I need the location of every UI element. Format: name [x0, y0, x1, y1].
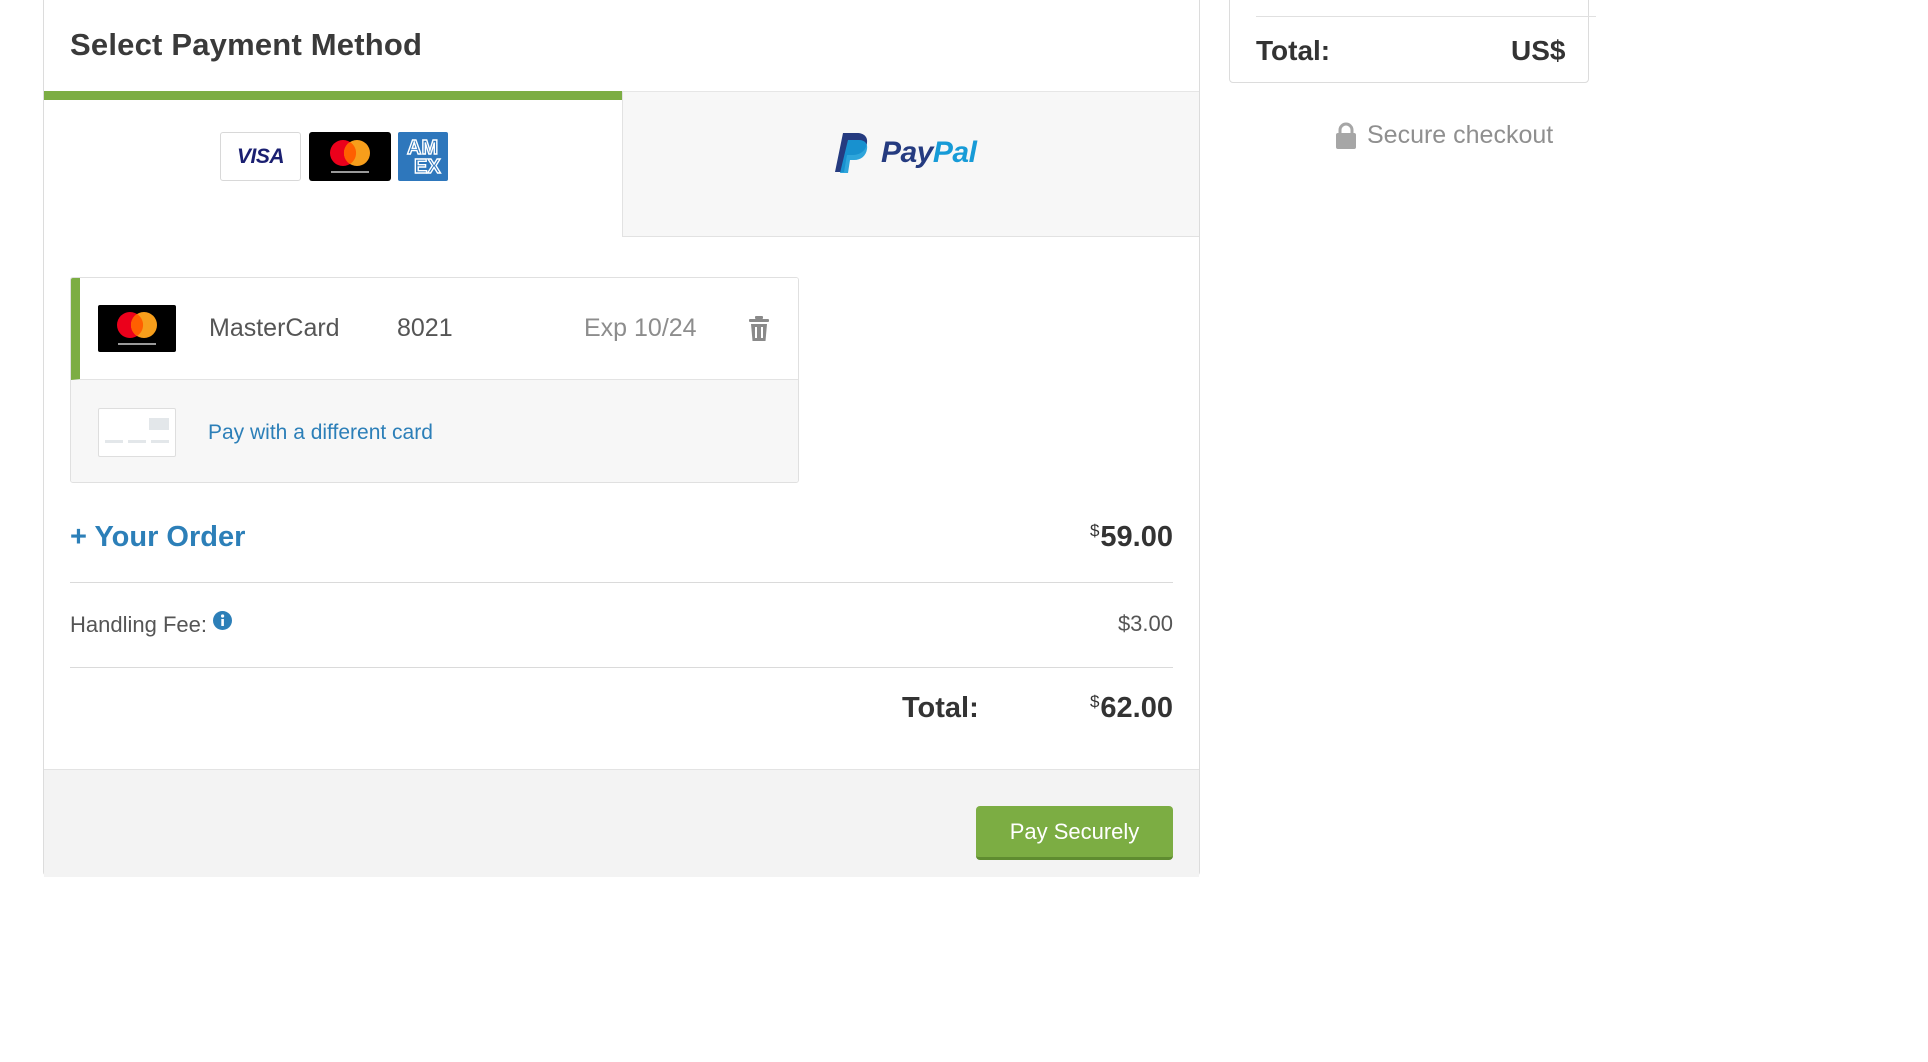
order-summary-row: + Your Order $59.00 [70, 517, 1173, 583]
order-subtotal: $59.00 [1089, 521, 1173, 553]
handling-fee-row: Handling Fee: $3.00 [70, 583, 1173, 668]
visa-logo-text: VISA [236, 144, 285, 168]
amex-icon: AM EX [398, 132, 448, 181]
page-title: Select Payment Method [70, 27, 423, 62]
your-order-toggle[interactable]: + Your Order [70, 521, 245, 554]
amex-text-bottom: EX [414, 156, 441, 178]
handling-fee-amount: $3.00 [1117, 611, 1173, 636]
saved-card-row[interactable]: MasterCard 8021 Exp 10/24 [71, 278, 798, 380]
tab-credit-card[interactable]: VISA AM EX [44, 91, 622, 237]
handling-fee-label: Handling Fee: [70, 611, 232, 638]
visa-icon: VISA [220, 132, 301, 181]
lock-icon [1336, 122, 1356, 149]
tab-paypal[interactable]: PayPal [622, 92, 1199, 237]
paypal-icon: PayPal [835, 132, 977, 174]
paypal-mark-icon [835, 133, 868, 173]
card-last-four: 8021 [397, 314, 453, 342]
mastercard-icon [98, 305, 176, 352]
blank-card-icon [98, 408, 176, 457]
divider [1256, 16, 1596, 17]
card-expiry: Exp 10/24 [584, 314, 697, 342]
panel-footer: Pay Securely [44, 769, 1199, 877]
trash-icon[interactable] [748, 316, 770, 342]
payment-panel: Select Payment Method VISA AM EX PayPal … [43, 0, 1200, 877]
total-row: Total: $62.00 [70, 668, 1173, 764]
card-brand: MasterCard [209, 314, 340, 342]
sidebar-summary: Total: US$ [1229, 0, 1596, 83]
secure-checkout-note: Secure checkout [1336, 121, 1553, 150]
secure-checkout-label: Secure checkout [1367, 121, 1554, 149]
saved-cards-list: MasterCard 8021 Exp 10/24 Pay with a dif… [70, 277, 799, 483]
mastercard-icon [309, 132, 391, 181]
sidebar-total-value: US$ [1511, 35, 1566, 66]
total-amount: $62.00 [1089, 692, 1173, 724]
different-card-row[interactable]: Pay with a different card [71, 380, 798, 482]
pay-securely-button[interactable]: Pay Securely [976, 806, 1173, 860]
total-label: Total: [902, 692, 979, 724]
sidebar-total-label: Total: [1256, 35, 1331, 66]
pay-with-different-card-link[interactable]: Pay with a different card [208, 421, 433, 445]
paypal-wordmark: PayPal [881, 136, 977, 169]
payment-method-tabs: VISA AM EX PayPal [44, 91, 1199, 237]
info-icon[interactable] [212, 611, 232, 630]
